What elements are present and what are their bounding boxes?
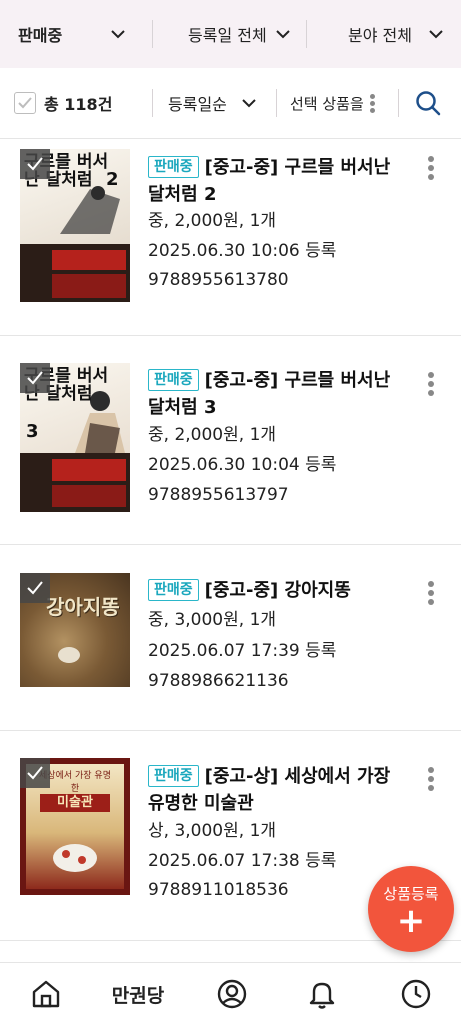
- check-icon: [27, 581, 43, 595]
- item-title[interactable]: 판매중 [중고-중] 강아지똥: [148, 577, 398, 604]
- more-vertical-icon[interactable]: [424, 156, 438, 186]
- list-item[interactable]: 구르믈 버서난 달처럼 2 판매중 [중고-중] 구르믈 버서난 달처럼 2 중,…: [0, 139, 461, 336]
- list-toolbar: 총 118건 등록일순 선택 상품을: [0, 68, 461, 139]
- status-filter-label: 판매중: [18, 26, 63, 45]
- cover-title: 미술관: [40, 794, 110, 812]
- chevron-down-icon: [242, 99, 256, 108]
- sort-dropdown[interactable]: 등록일순: [168, 68, 257, 138]
- nav-notifications[interactable]: [302, 963, 342, 1025]
- divider: [306, 20, 307, 48]
- cover-red-banner: [52, 250, 126, 270]
- item-isbn: 9788986621136: [148, 671, 289, 691]
- bulk-action-label: 선택 상품을: [290, 94, 364, 113]
- book-cover: 강아지똥: [20, 573, 130, 687]
- status-badge: 판매중: [148, 765, 199, 787]
- search-icon: [416, 91, 441, 116]
- clock-icon: [401, 979, 431, 1009]
- chevron-down-icon: [111, 30, 125, 39]
- list-item[interactable]: 강아지똥 판매중 [중고-중] 강아지똥 중, 3,000원, 1개 2025.0…: [0, 544, 461, 731]
- nav-store[interactable]: 만권당: [100, 963, 176, 1025]
- item-condition: 중, 2,000원, 1개: [148, 211, 277, 231]
- more-vertical-icon[interactable]: [424, 581, 438, 611]
- home-icon: [32, 980, 60, 1008]
- item-checkbox[interactable]: [20, 363, 50, 393]
- item-title[interactable]: 판매중 [중고-중] 구르믈 버서난 달처럼 3: [148, 367, 398, 421]
- sort-label: 등록일순: [168, 95, 227, 114]
- check-icon: [18, 97, 32, 109]
- item-checkbox[interactable]: [20, 758, 50, 788]
- category-filter-label: 분야 전체: [348, 26, 412, 45]
- book-cover: 세상에서 가장 유명한 미술관: [20, 758, 130, 895]
- search-button[interactable]: [414, 68, 442, 138]
- cover-figure: [53, 844, 97, 872]
- cover-puppy: [58, 647, 80, 663]
- total-count: 총 118건: [44, 95, 113, 114]
- add-product-label: 상품등록: [383, 885, 439, 903]
- cover-volume: 2: [106, 169, 119, 190]
- select-all[interactable]: 총 118건: [14, 68, 112, 138]
- more-vertical-icon[interactable]: [424, 767, 438, 797]
- bell-icon: [309, 982, 335, 1009]
- item-isbn: 9788955613797: [148, 485, 289, 505]
- book-cover: 구르믈 버서난 달처럼 3: [20, 363, 130, 512]
- item-condition: 중, 3,000원, 1개: [148, 610, 277, 630]
- item-date: 2025.06.07 17:38 등록: [148, 851, 337, 871]
- item-checkbox[interactable]: [20, 573, 50, 603]
- item-isbn: 9788911018536: [148, 880, 289, 900]
- cover-red-banner: [52, 485, 126, 507]
- nav-home[interactable]: [26, 963, 66, 1025]
- select-all-checkbox[interactable]: [14, 92, 36, 114]
- nav-profile[interactable]: [212, 963, 252, 1025]
- cover-red-banner: [52, 274, 126, 298]
- list-item[interactable]: 구르믈 버서난 달처럼 3 판매중 [중고-중] 구르믈 버서난 달처럼 3 중,…: [0, 335, 461, 545]
- check-icon: [27, 157, 43, 171]
- item-title[interactable]: 판매중 [중고-상] 세상에서 가장 유명한 미술관: [148, 763, 398, 817]
- item-date: 2025.06.30 10:06 등록: [148, 241, 337, 261]
- item-condition: 상, 3,000원, 1개: [148, 821, 277, 841]
- check-icon: [27, 766, 43, 780]
- chevron-down-icon: [275, 30, 290, 39]
- check-icon: [27, 371, 43, 385]
- more-vertical-icon: [369, 93, 376, 113]
- status-badge: 판매중: [148, 156, 199, 178]
- more-vertical-icon[interactable]: [424, 372, 438, 402]
- date-filter-label: 등록일 전체: [188, 26, 267, 45]
- user-icon: [217, 979, 247, 1009]
- item-title-text: [중고-중] 강아지똥: [204, 580, 351, 601]
- add-product-button[interactable]: 상품등록 +: [368, 866, 454, 952]
- item-date: 2025.06.30 10:04 등록: [148, 455, 337, 475]
- divider: [276, 89, 277, 117]
- item-condition: 중, 2,000원, 1개: [148, 425, 277, 445]
- cover-band: [20, 453, 130, 512]
- status-badge: 판매중: [148, 579, 199, 601]
- bottom-nav: 만권당: [0, 962, 461, 1025]
- category-filter[interactable]: 분야 전체: [348, 0, 444, 68]
- cover-volume: 3: [26, 421, 39, 442]
- cover-title: 강아지똥: [46, 595, 120, 619]
- divider: [152, 20, 153, 48]
- nav-history[interactable]: [396, 963, 436, 1025]
- plus-icon: +: [396, 901, 426, 941]
- filter-bar: 판매중 등록일 전체 분야 전체: [0, 0, 461, 69]
- chevron-down-icon: [429, 30, 443, 39]
- cover-red-banner: [52, 459, 126, 481]
- item-checkbox[interactable]: [20, 149, 50, 179]
- status-badge: 판매중: [148, 369, 199, 391]
- book-cover: 구르믈 버서난 달처럼 2: [20, 149, 130, 302]
- divider: [398, 89, 399, 117]
- date-filter[interactable]: 등록일 전체: [188, 0, 291, 68]
- item-title[interactable]: 판매중 [중고-중] 구르믈 버서난 달처럼 2: [148, 154, 398, 208]
- item-date: 2025.06.07 17:39 등록: [148, 641, 337, 661]
- item-isbn: 9788955613780: [148, 270, 289, 290]
- bulk-action-menu[interactable]: 선택 상품을: [290, 68, 376, 138]
- cover-band: [20, 244, 130, 302]
- status-filter[interactable]: 판매중: [18, 0, 126, 68]
- divider: [152, 89, 153, 117]
